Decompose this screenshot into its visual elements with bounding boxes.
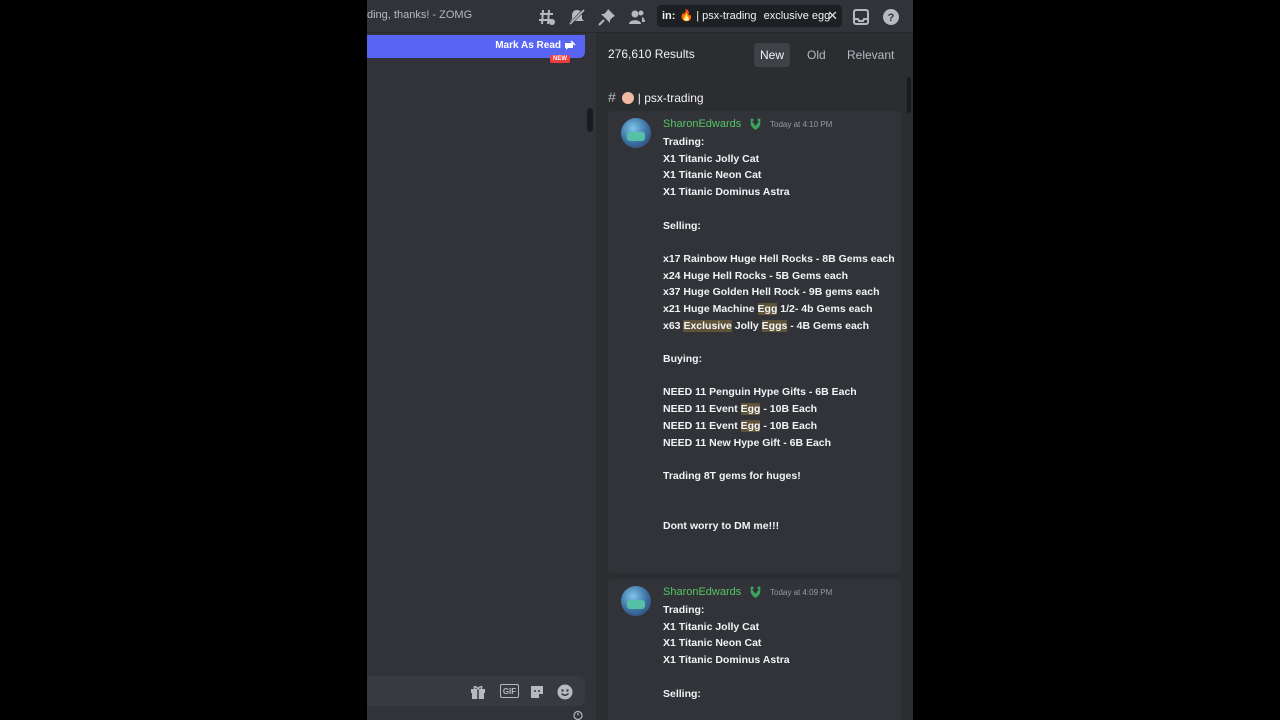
emoji-icon[interactable] xyxy=(557,684,573,700)
hash-icon: # xyxy=(608,89,616,105)
message-line: x37 Huge Golden Hell Rock - 9B gems each xyxy=(663,286,880,299)
message-line: NEED 11 New Hype Gift - 6B Each xyxy=(663,436,832,449)
message-line: Trading: xyxy=(663,604,705,616)
pin-icon[interactable] xyxy=(598,8,616,26)
gif-icon[interactable]: GIF xyxy=(500,684,519,698)
search-match-highlight: Egg xyxy=(740,419,761,432)
search-match-highlight: Egg xyxy=(740,403,761,416)
message-line: Selling: xyxy=(663,219,701,232)
message-line: x63 Exclusive Jolly Eggs - 4B Gems each xyxy=(663,319,870,332)
message-line: X1 Titanic Jolly Cat xyxy=(663,620,760,633)
message-line: x17 Rainbow Huge Hell Rocks - 8B Gems ea… xyxy=(663,252,895,265)
results-count: 276,610 Results xyxy=(608,47,695,61)
message-line: Dont worry to DM me!!! xyxy=(663,520,780,533)
search-result[interactable]: SharonEdwards Today at 4:10 PM Trading: … xyxy=(608,111,901,573)
close-icon[interactable]: ✕ xyxy=(827,5,838,27)
avatar[interactable] xyxy=(621,586,651,616)
inbox-icon[interactable] xyxy=(852,8,870,26)
message-line: NEED 11 Event Egg - 10B Each xyxy=(663,419,818,432)
search-match-highlight: Eggs xyxy=(761,319,788,332)
search-input[interactable]: in: 🔥 | psx-trading exclusive egg ✕ xyxy=(657,5,842,27)
result-channel-header[interactable]: # | psx-trading xyxy=(608,89,704,105)
new-badge: NEW xyxy=(550,55,570,63)
results-scrollbar[interactable] xyxy=(907,77,911,113)
message-line xyxy=(663,334,895,351)
message-line xyxy=(663,451,895,468)
search-match-highlight: Exclusive xyxy=(683,319,732,332)
message-line: x24 Huge Hell Rocks - 5B Gems each xyxy=(663,269,848,282)
mark-read-icon xyxy=(565,40,576,50)
search-results-panel: 276,610 Results New Old Relevant # | psx-… xyxy=(596,33,913,720)
author-name[interactable]: SharonEdwards xyxy=(663,586,741,598)
mark-as-read-button[interactable]: Mark As Read xyxy=(495,40,561,51)
search-match-highlight: Egg xyxy=(757,303,778,315)
mute-icon[interactable] xyxy=(568,8,586,26)
members-icon[interactable] xyxy=(628,8,646,26)
message-line: X1 Titanic Neon Cat xyxy=(663,169,762,182)
search-query: exclusive egg xyxy=(763,10,831,22)
search-filter-prefix: in: xyxy=(662,10,676,22)
message-line: x21 Huge Machine Egg 1/2- 4b Gems each xyxy=(663,303,873,315)
tab-relevant[interactable]: Relevant xyxy=(841,43,900,67)
author-name[interactable]: SharonEdwards xyxy=(663,118,741,130)
channel-topic[interactable]: ding, thanks! - ZOMG xyxy=(367,9,472,21)
search-result[interactable]: SharonEdwards Today at 4:09 PM Trading: … xyxy=(608,579,901,720)
svg-text:?: ? xyxy=(888,12,895,24)
threads-icon[interactable] xyxy=(538,8,556,26)
message-line xyxy=(663,201,895,218)
sticker-icon[interactable] xyxy=(529,684,545,700)
message-line: NEED 11 Penguin Hype Gifts - 6B Each xyxy=(663,386,857,399)
tab-old[interactable]: Old xyxy=(801,43,832,67)
message-line xyxy=(663,501,895,518)
help-icon[interactable]: ? xyxy=(882,8,900,26)
fire-emoji: 🔥 xyxy=(679,10,694,22)
message-line: X1 Titanic Jolly Cat xyxy=(663,152,760,165)
message-line xyxy=(663,485,895,502)
message-line xyxy=(663,368,895,385)
message-line: NEED 11 Event Egg - 10B Each xyxy=(663,403,818,416)
message-line xyxy=(663,669,895,686)
gift-icon[interactable] xyxy=(470,684,486,700)
timer-icon xyxy=(573,710,583,720)
timestamp: Today at 4:09 PM xyxy=(770,588,833,597)
chat-scrollbar[interactable] xyxy=(587,108,593,132)
tab-new[interactable]: New xyxy=(754,43,791,67)
message-line: Trading 8T gems for huges! xyxy=(663,469,801,482)
channel-emoji-icon xyxy=(621,92,634,104)
message-line: Selling: xyxy=(663,687,701,700)
channel-header: ding, thanks! - ZOMG in: 🔥 | psx-trading … xyxy=(367,0,913,33)
search-filter-channel: | psx-trading xyxy=(696,10,757,22)
message-body: Trading: X1 Titanic Jolly Cat X1 Titanic… xyxy=(663,134,895,535)
avatar[interactable] xyxy=(621,118,651,148)
message-line: Buying: xyxy=(663,353,703,366)
message-composer[interactable]: GIF xyxy=(367,676,585,706)
discord-app: ding, thanks! - ZOMG in: 🔥 | psx-trading … xyxy=(367,0,913,720)
message-line: X1 Titanic Neon Cat xyxy=(663,637,762,650)
timestamp: Today at 4:10 PM xyxy=(770,120,833,129)
message-line xyxy=(663,234,895,251)
message-line: Trading: xyxy=(663,136,705,148)
message-line: X1 Titanic Dominus Astra xyxy=(663,654,790,667)
role-icon xyxy=(750,118,761,130)
role-icon xyxy=(750,586,761,598)
message-line: X1 Titanic Dominus Astra xyxy=(663,186,790,199)
message-body: Trading: X1 Titanic Jolly Cat X1 Titanic… xyxy=(663,602,895,702)
channel-name: | psx-trading xyxy=(637,91,704,105)
